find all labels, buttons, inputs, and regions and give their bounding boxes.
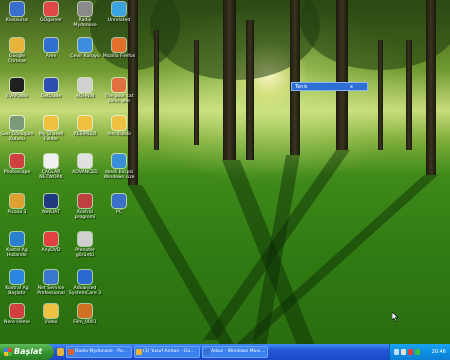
mouse-cursor-icon [392,312,399,322]
desktop-icon[interactable]: Cevir Koruyu [68,38,102,82]
taskbar-task[interactable]: Radio Mydonose - Po... [66,346,132,358]
windows-logo-icon [4,348,12,356]
task-app-icon [136,349,142,355]
picasa-icon [10,194,24,208]
app-icon [112,194,126,208]
desktop-icon[interactable]: Google Chrome [0,38,34,82]
tooltip-close-icon[interactable]: x [350,83,353,92]
tray-app-icon[interactable] [415,349,420,355]
app-icon [78,194,92,208]
quick-launch-browser-icon[interactable] [57,348,64,356]
app-icon [10,2,24,16]
app-icon [44,78,58,92]
app-icon [10,270,24,284]
tree-trunk [223,0,236,160]
app-icon [112,78,126,92]
tray-network-icon[interactable] [394,349,399,355]
tree-trunk [336,0,348,150]
folder-icon [78,116,92,130]
desktop-icon[interactable]: dosdi bicipsi Windows size [102,154,136,198]
desktop-background: Kiosaurus GOgamer Radio Mydonose Unrelat… [0,0,450,344]
task-app-icon [68,349,74,355]
desktop-icon[interactable]: Photoscape [0,154,34,198]
task-app-icon [204,349,210,355]
tree-trunk [194,40,199,145]
tree-trunk [290,0,300,155]
folder-icon [44,304,58,318]
app-icon [44,270,58,284]
taskbar-task[interactable]: (3) Yusuf Anhan - Go... [134,346,200,358]
tree-trunk [378,40,383,150]
task-label: (3) Yusuf Anhan - Go... [143,349,195,354]
taskbar-clock[interactable]: 20:46 [432,344,446,360]
app-icon [78,38,92,52]
desktop-icon[interactable]: Arev [34,38,68,82]
tray-security-icon[interactable] [408,349,413,355]
file-icon [78,154,92,168]
firefox-icon [112,38,126,52]
app-icon [44,194,58,208]
app-icon [112,154,126,168]
app-icon [10,232,24,246]
tree-trunk [406,40,412,150]
app-icon [10,78,24,92]
chrome-icon [10,38,24,52]
floating-tooltip[interactable]: Tenis x [291,82,368,91]
taskbar: Başlat Radio Mydonose - Po... (3) Yusuf … [0,344,450,360]
start-label: Başlat [14,347,43,356]
tray-volume-icon[interactable] [401,349,406,355]
file-icon [44,154,58,168]
folder-icon [112,116,126,130]
app-icon [112,2,126,16]
app-icon [78,2,92,16]
app-icon [78,78,92,92]
folder-icon [44,116,58,130]
tree-trunk [154,30,159,150]
video-file-icon [78,304,92,318]
start-button[interactable]: Başlat [0,344,54,360]
desktop-icon[interactable]: ÇAĞLAR NETWORK [34,154,68,198]
app-icon [10,154,24,168]
tree-trunk [426,0,436,175]
app-icon [44,232,58,246]
app-icon [10,304,24,318]
task-label: Radio Mydonose - Po... [75,349,128,354]
tree-trunk [246,20,254,160]
system-tray: 20:46 [389,344,450,360]
app-icon [44,2,58,16]
taskbar-task[interactable]: Adsız - Windows Movi... [202,346,268,358]
tooltip-text: Tenis [295,84,308,90]
recycle-bin-icon [10,116,24,130]
desktop-icon[interactable]: Film_0001 [68,304,102,344]
desktop-icon[interactable]: PC [102,194,136,238]
app-icon [78,270,92,284]
app-icon [44,38,58,52]
desktop-icon[interactable]: Mozilla Firefox [102,38,136,82]
app-icon [78,232,92,246]
desktop-icon[interactable]: Nero Home [0,304,34,344]
desktop-icon[interactable]: ADVANCED [68,154,102,198]
desktop-icon[interactable]: Video [34,304,68,344]
task-label: Adsız - Windows Movi... [211,349,265,354]
